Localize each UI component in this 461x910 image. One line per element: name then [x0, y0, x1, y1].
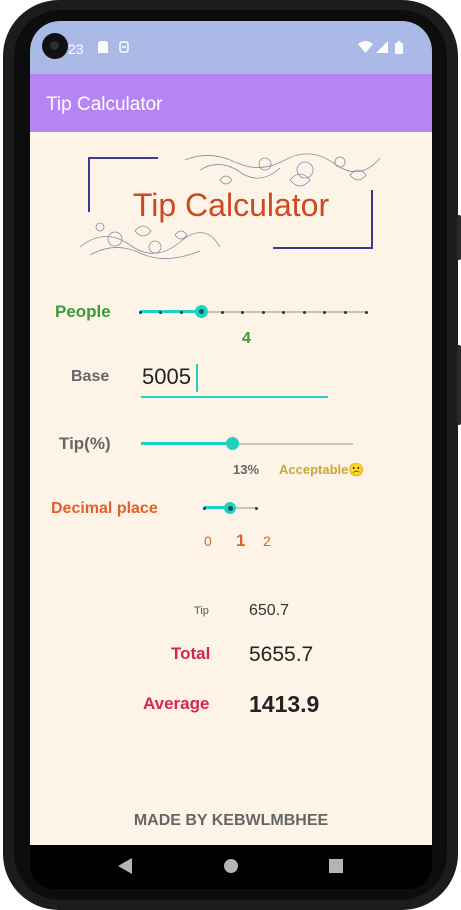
total-value: 5655.7: [249, 643, 314, 666]
people-slider-tick: [220, 310, 224, 314]
decimal-option-1: 1: [236, 531, 246, 550]
people-slider-tick: [261, 310, 265, 314]
app-bar: Tip Calculator: [30, 74, 432, 132]
signal-icon: [376, 41, 388, 56]
tip-rating: Acceptable😕: [279, 462, 365, 478]
phone-device: 23 Tip Calculator Tip Calculator People …: [0, 0, 461, 910]
decimal-slider-thumb[interactable]: [224, 502, 236, 514]
tip-slider-thumb[interactable]: [225, 437, 239, 450]
total-label: Total: [171, 644, 211, 663]
status-time: 23: [68, 41, 84, 57]
front-camera: [42, 33, 68, 59]
tip-result-label: Tip: [194, 605, 209, 617]
battery-icon: [395, 41, 403, 57]
text-cursor: [196, 364, 198, 392]
tip-percent-value: 13%: [233, 462, 260, 477]
people-slider-tick: [179, 310, 183, 314]
people-slider-tick: [364, 310, 368, 314]
people-slider-tick: [343, 310, 347, 314]
sd-card-icon: [98, 41, 108, 56]
base-input-value: 5005: [142, 364, 191, 389]
people-slider-tick: [302, 310, 306, 314]
average-label: Average: [143, 694, 210, 713]
hero-title: Tip Calculator: [132, 187, 330, 223]
navigation-bar: [30, 845, 432, 889]
power-button: [457, 345, 461, 425]
people-slider-tick: [138, 310, 142, 314]
base-label: Base: [71, 368, 110, 385]
tip-slider-active-track: [141, 442, 233, 445]
people-thumb-dot: [199, 309, 205, 314]
people-slider-tick: [241, 310, 245, 314]
base-input[interactable]: 5005: [141, 360, 328, 398]
people-value: 4: [242, 330, 251, 347]
hero-frame-top: [88, 157, 158, 159]
volume-button: [457, 215, 461, 260]
decimal-label: Decimal place: [51, 500, 158, 517]
main-content: Tip Calculator People 4 Base 5005 Tip(%): [30, 132, 432, 845]
people-slider-tick: [159, 310, 163, 314]
screen: 23 Tip Calculator Tip Calculator People …: [30, 21, 432, 889]
decimal-thumb-dot: [227, 505, 233, 511]
average-value: 1413.9: [249, 691, 320, 717]
decimal-slider-tick: [254, 506, 258, 510]
people-label: People: [55, 302, 111, 321]
people-slider-tick: [282, 310, 286, 314]
decimal-option-2: 2: [263, 533, 271, 549]
people-slider-thumb[interactable]: [195, 305, 209, 318]
tip-rating-text: Acceptable: [279, 462, 349, 477]
home-icon[interactable]: [223, 857, 239, 880]
status-bar: 23: [30, 21, 432, 74]
decimal-option-0: 0: [204, 533, 212, 549]
app-bar-title: Tip Calculator: [46, 94, 163, 115]
back-icon[interactable]: [117, 857, 133, 880]
people-slider-active-track: [140, 310, 202, 313]
emoji-icon: 😕: [348, 462, 365, 477]
footer-credit: MADE BY KEBWLMBHEE: [133, 812, 329, 829]
tip-label: Tip(%): [59, 434, 111, 453]
tip-result-value: 650.7: [249, 602, 290, 619]
decimal-slider-tick: [202, 506, 206, 510]
storage-icon: [119, 41, 129, 56]
hero-frame-bottom: [273, 247, 373, 249]
wifi-icon: [358, 41, 373, 56]
recents-icon[interactable]: [328, 857, 344, 880]
